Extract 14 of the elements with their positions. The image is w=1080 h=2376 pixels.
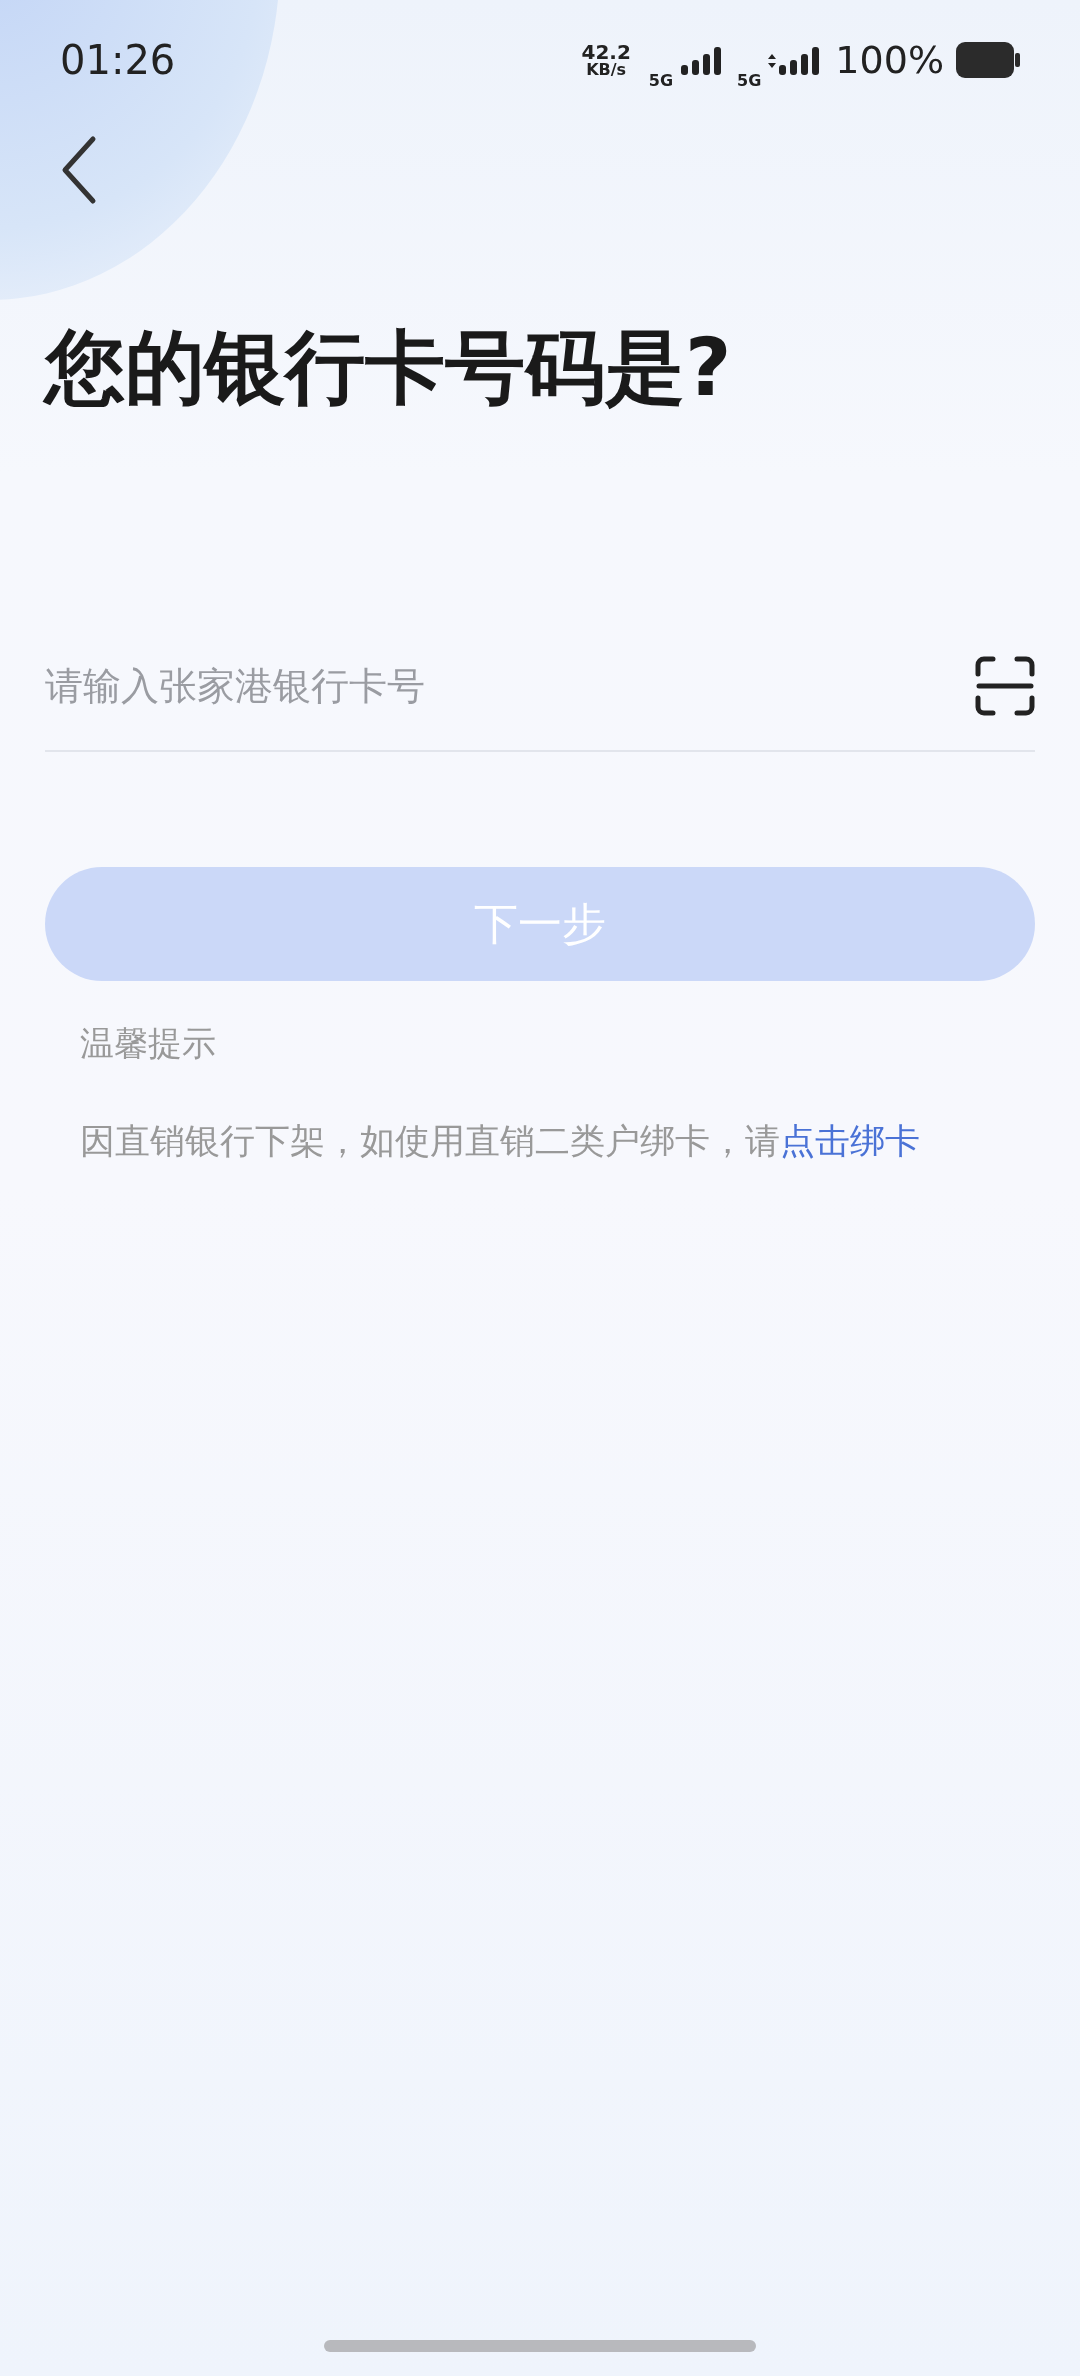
signal-icon xyxy=(767,45,822,75)
signal-icon xyxy=(679,45,724,75)
bind-card-link[interactable]: 点击绑卡 xyxy=(780,1121,920,1161)
network-type: 5G xyxy=(737,70,762,90)
card-number-field[interactable]: 请输入张家港银行卡号 xyxy=(45,664,845,708)
tips-heading: 温馨提示 xyxy=(80,1022,217,1065)
scan-icon[interactable] xyxy=(975,656,1035,716)
tips-text: 因直销银行下架，如使用直销二类户绑卡，请点击绑卡 xyxy=(80,1120,921,1163)
speed-unit: KB/s xyxy=(586,62,627,78)
network-speed: 42.2 xyxy=(581,42,631,62)
battery-icon xyxy=(956,42,1020,78)
battery-level: 100% xyxy=(835,38,944,82)
network-type: 5G xyxy=(648,70,674,90)
status-time: 01:26 xyxy=(60,37,176,83)
